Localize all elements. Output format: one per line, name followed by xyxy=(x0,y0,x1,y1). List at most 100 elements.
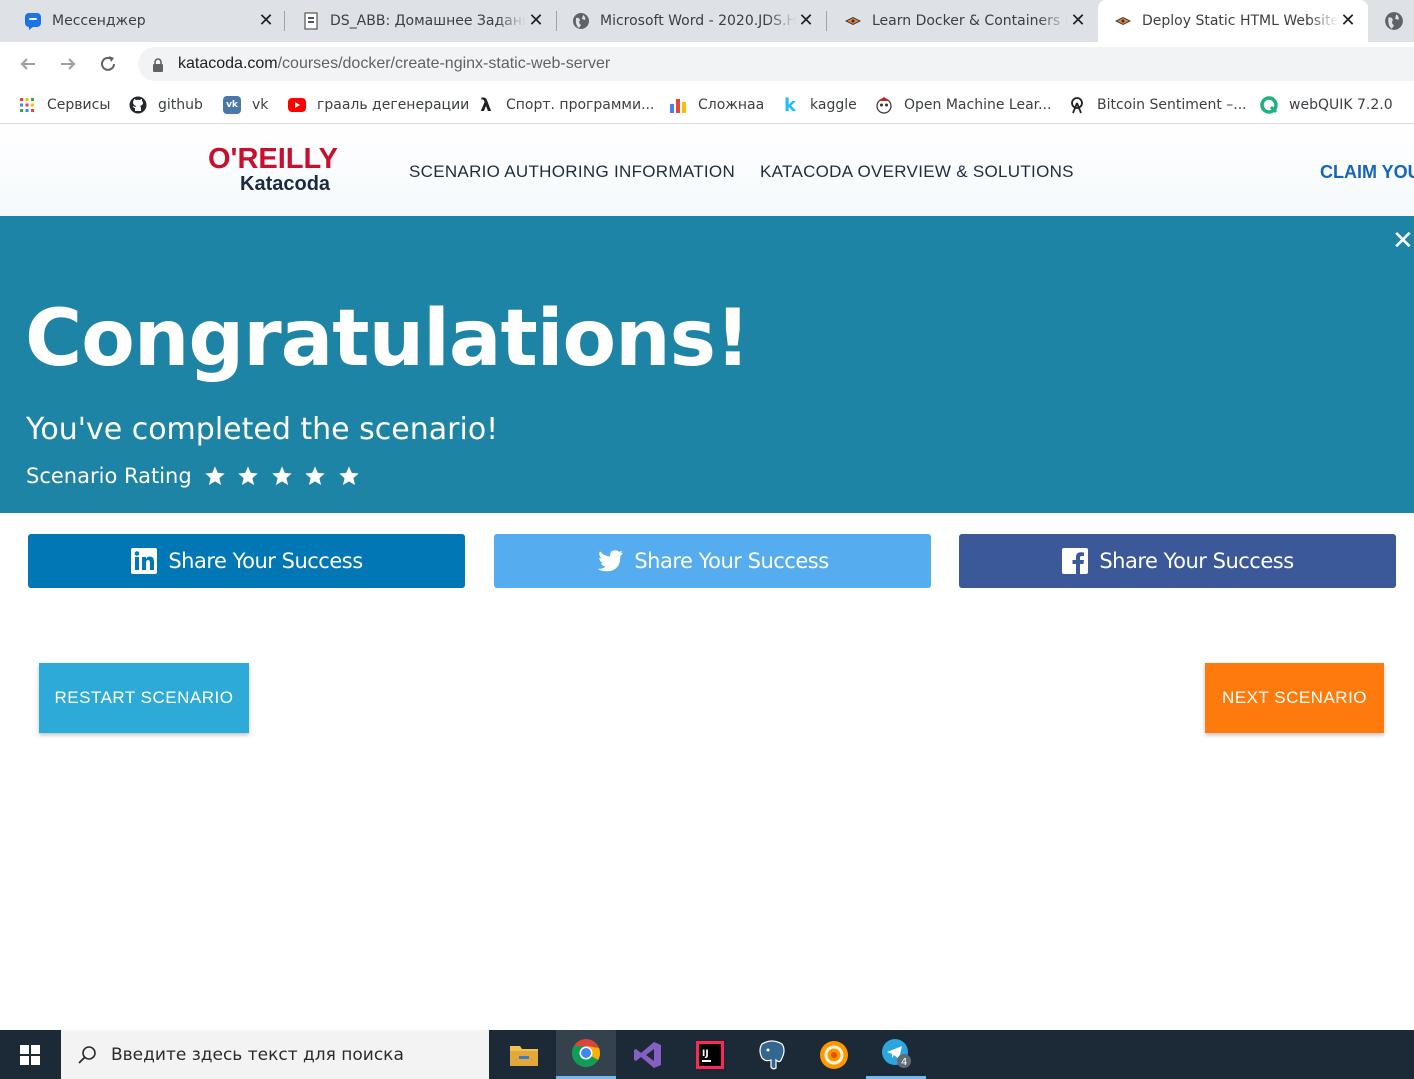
next-scenario-button[interactable]: NEXT SCENARIO xyxy=(1205,663,1384,733)
bookmark-label: webQUIK 7.2.0 xyxy=(1289,97,1393,113)
tab-close-icon[interactable]: ✕ xyxy=(526,11,546,31)
kaggle-icon: k xyxy=(784,94,796,116)
browser-toolbar: katacoda.com/courses/docker/create-nginx… xyxy=(0,42,1414,86)
star-icon[interactable] xyxy=(237,465,259,487)
lock-icon xyxy=(152,57,164,72)
bookmark-label: github xyxy=(158,97,203,113)
bookmarks-bar: Сервисы github vk vk грааль дегенерации … xyxy=(0,86,1414,124)
tab-title: Microsoft Word - 2020.JDS.H xyxy=(600,13,796,29)
oreilly-katacoda-logo[interactable]: O'REILLY Katacoda xyxy=(208,144,338,194)
apps-grid-icon xyxy=(18,96,36,114)
share-label: Share Your Success xyxy=(1099,549,1294,573)
signal-icon xyxy=(1068,96,1086,114)
bookmark-openml[interactable]: Open Machine Lear... xyxy=(875,94,1051,116)
intellij-icon[interactable]: IJ xyxy=(680,1030,740,1079)
pgadmin-icon[interactable] xyxy=(742,1030,802,1079)
globe-icon xyxy=(572,12,590,30)
tab-messenger[interactable]: Мессенджер ✕ xyxy=(8,0,286,42)
bookmark-services[interactable]: Сервисы xyxy=(18,94,110,116)
messenger-icon xyxy=(24,12,42,30)
tab-close-icon[interactable]: ✕ xyxy=(256,11,276,31)
chrome-icon[interactable] xyxy=(556,1030,616,1079)
tab-microsoft-word[interactable]: Microsoft Word - 2020.JDS.H ✕ xyxy=(556,0,826,42)
search-icon xyxy=(78,1045,96,1064)
twitter-icon xyxy=(597,550,624,572)
claim-link[interactable]: CLAIM YOU xyxy=(1320,162,1414,183)
address-bar[interactable]: katacoda.com/courses/docker/create-nginx… xyxy=(138,47,1414,81)
share-facebook-button[interactable]: Share Your Success xyxy=(959,534,1396,588)
tab-close-icon[interactable]: ✕ xyxy=(1338,11,1358,31)
share-label: Share Your Success xyxy=(634,549,829,573)
bookmark-label: Open Machine Lear... xyxy=(904,97,1052,113)
windows-taskbar: Введите здесь текст для поиска IJ 4 xyxy=(0,1030,1414,1079)
katacoda-icon xyxy=(844,12,862,30)
vk-icon: vk xyxy=(223,96,241,114)
katacoda-icon xyxy=(1114,12,1132,30)
document-icon xyxy=(302,12,320,30)
search-placeholder: Введите здесь текст для поиска xyxy=(111,1044,404,1065)
linkedin-icon xyxy=(131,548,158,574)
bookmark-label: kaggle xyxy=(810,97,857,113)
bookmark-kaggle[interactable]: k kaggle xyxy=(781,94,857,116)
reload-icon[interactable] xyxy=(96,52,120,76)
visual-studio-icon[interactable] xyxy=(618,1030,678,1079)
star-icon[interactable] xyxy=(204,465,226,487)
completion-subtitle: You've completed the scenario! xyxy=(26,412,499,447)
openml-icon xyxy=(875,96,893,114)
nav-katacoda-overview[interactable]: KATACODA OVERVIEW & SOLUTIONS xyxy=(760,162,1074,182)
globe-icon[interactable] xyxy=(1384,11,1404,35)
bookmark-label: Спорт. программи... xyxy=(506,97,655,113)
bookmark-graal[interactable]: грааль дегенерации xyxy=(288,94,469,116)
tab-title: Learn Docker & Containers u xyxy=(872,13,1068,29)
bookmark-label: грааль дегенерации xyxy=(317,97,470,113)
telegram-badge: 4 xyxy=(901,1057,907,1068)
browser-tab-strip: Мессенджер ✕ DS_ABB: Домашнее Задание ✕ … xyxy=(0,0,1414,42)
bookmark-label: Сложнаа xyxy=(698,97,765,113)
tab-close-icon[interactable]: ✕ xyxy=(1068,11,1088,31)
svg-text:IJ: IJ xyxy=(702,1049,709,1059)
logo-oreilly-text: O'REILLY xyxy=(208,143,338,175)
taskbar-search-input[interactable]: Введите здесь текст для поиска xyxy=(61,1030,489,1079)
star-icon[interactable] xyxy=(271,465,293,487)
rating-label: Scenario Rating xyxy=(26,464,192,488)
tab-title: Мессенджер xyxy=(52,13,146,29)
share-linkedin-button[interactable]: Share Your Success xyxy=(28,534,465,588)
sublime-merge-icon[interactable] xyxy=(804,1030,864,1079)
completion-banner: ✕ Congratulations! You've completed the … xyxy=(0,216,1414,513)
logo-katacoda-text: Katacoda xyxy=(240,173,331,195)
bookmark-webquik[interactable]: webQUIK 7.2.0 xyxy=(1260,94,1393,116)
share-twitter-button[interactable]: Share Your Success xyxy=(494,534,931,588)
bookmark-vk[interactable]: vk vk xyxy=(223,94,268,116)
youtube-icon xyxy=(288,96,306,114)
forward-arrow-icon[interactable] xyxy=(56,52,80,76)
bar-chart-icon xyxy=(669,96,687,114)
bookmark-label: Сервисы xyxy=(47,97,111,113)
bookmark-github[interactable]: github xyxy=(129,94,203,116)
windows-start-icon[interactable] xyxy=(0,1030,60,1079)
tab-close-icon[interactable]: ✕ xyxy=(796,11,816,31)
tab-learn-docker[interactable]: Learn Docker & Containers u ✕ xyxy=(828,0,1098,42)
restart-scenario-button[interactable]: RESTART SCENARIO xyxy=(39,663,249,733)
tab-deploy-static-html[interactable]: Deploy Static HTML Website ✕ xyxy=(1098,0,1368,42)
back-arrow-icon[interactable] xyxy=(16,52,40,76)
nav-scenario-authoring[interactable]: SCENARIO AUTHORING INFORMATION xyxy=(409,162,735,182)
share-label: Share Your Success xyxy=(168,549,363,573)
url-text: katacoda.com/courses/docker/create-nginx… xyxy=(178,55,610,73)
tab-ds-abb[interactable]: DS_ABB: Домашнее Задание ✕ xyxy=(286,0,556,42)
star-icon[interactable] xyxy=(338,465,360,487)
bookmark-sport-programming[interactable]: λ Спорт. программи... xyxy=(477,94,654,116)
close-icon[interactable]: ✕ xyxy=(1392,226,1414,256)
lambda-icon: λ xyxy=(480,94,492,116)
tab-title: DS_ABB: Домашнее Задание xyxy=(330,13,526,29)
site-header: O'REILLY Katacoda SCENARIO AUTHORING INF… xyxy=(0,124,1414,216)
file-explorer-icon[interactable] xyxy=(494,1030,554,1079)
bookmark-label: Bitcoin Sentiment –... xyxy=(1097,97,1247,113)
github-icon xyxy=(129,96,147,114)
star-icon[interactable] xyxy=(304,465,326,487)
telegram-icon[interactable]: 4 xyxy=(866,1030,926,1079)
bookmark-bitcoin-sentiment[interactable]: Bitcoin Sentiment –... xyxy=(1068,94,1247,116)
url-path: /courses/docker/create-nginx-static-web-… xyxy=(277,55,611,72)
bookmark-slozhnaa[interactable]: Сложнаа xyxy=(669,94,764,116)
bookmark-label: vk xyxy=(252,97,269,113)
facebook-icon xyxy=(1062,548,1089,574)
